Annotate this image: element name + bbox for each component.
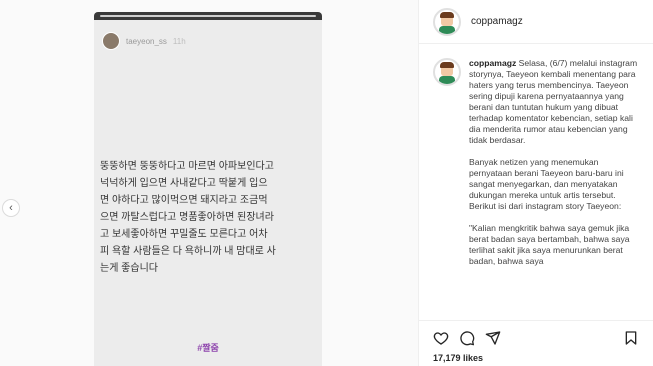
- post-username[interactable]: coppamagz: [471, 16, 523, 27]
- chevron-left-icon: ‹: [9, 202, 13, 214]
- story-progress-bar: [100, 15, 316, 17]
- story-line: 고 보세좋아하면 꾸밀줄도 모른다고 어차: [100, 229, 268, 240]
- caption-paragraph: Banyak netizen yang menemukan pernyataan…: [469, 157, 624, 211]
- caption-text: coppamagz Selasa, (6/7) melalui instagra…: [469, 58, 641, 278]
- caption-username[interactable]: coppamagz: [469, 58, 516, 68]
- story-line: 피 욕할 사람들은 다 욕하니까 내 맘대로 사: [100, 246, 276, 257]
- story-image: taeyeon_ss 11h 뚱뚱하면 뚱뚱하다고 마르면 아파보인다고 넉넉하…: [94, 12, 322, 366]
- story-line: 는게 좋습니다: [100, 263, 158, 274]
- story-avatar: [102, 32, 120, 50]
- action-icons: [433, 329, 639, 347]
- caption-block: coppamagz Selasa, (6/7) melalui instagra…: [433, 58, 645, 278]
- story-time: 11h: [172, 36, 186, 46]
- caption-paragraph: "Kalian mengkritik bahwa saya gemuk jika…: [469, 223, 630, 266]
- story-header: taeyeon_ss 11h: [102, 32, 186, 50]
- story-username: taeyeon_ss: [126, 36, 167, 46]
- comment-icon[interactable]: [459, 330, 475, 346]
- likes-count[interactable]: 17,179 likes: [433, 353, 639, 363]
- caption-avatar[interactable]: [433, 58, 461, 86]
- story-line: 넉넉하게 입으면 사내같다고 딱붙게 입으: [100, 178, 268, 189]
- avatar[interactable]: [433, 7, 461, 36]
- story-line: 면 야하다고 많이먹으면 돼지라고 조금먹: [100, 195, 268, 206]
- previous-button[interactable]: ‹: [2, 199, 20, 217]
- post-sidebar: coppamagz coppamagz Selasa, (6/7) melalu…: [418, 0, 653, 366]
- share-icon[interactable]: [485, 330, 501, 346]
- story-line: 뚱뚱하면 뚱뚱하다고 마르면 아파보인다고: [100, 161, 274, 172]
- story-topbar: [94, 12, 322, 20]
- story-text: 뚱뚱하면 뚱뚱하다고 마르면 아파보인다고 넉넉하게 입으면 사내같다고 딱붙게…: [100, 158, 318, 277]
- media-pane: taeyeon_ss 11h 뚱뚱하면 뚱뚱하다고 마르면 아파보인다고 넉넉하…: [0, 0, 418, 366]
- heart-icon[interactable]: [433, 330, 449, 346]
- bookmark-icon[interactable]: [623, 330, 639, 346]
- post-header: coppamagz: [419, 0, 653, 44]
- action-bar: 17,179 likes: [419, 320, 653, 366]
- story-line: 으면 까탈스럽다고 명품좋아하면 된장녀라: [100, 212, 274, 223]
- story-hashtag: #짤줌: [197, 343, 219, 353]
- caption-paragraph: Selasa, (6/7) melalui instagram storynya…: [469, 58, 638, 145]
